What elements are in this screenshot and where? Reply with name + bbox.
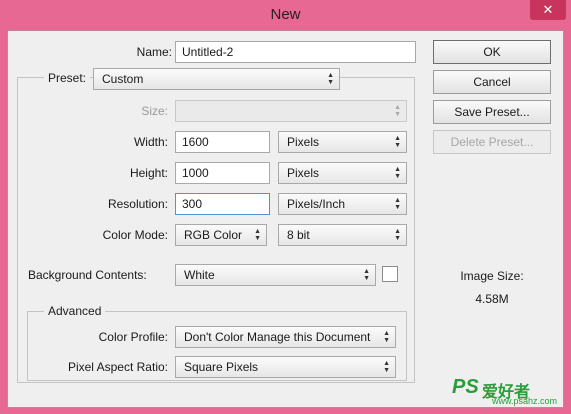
width-input[interactable]: 1600 xyxy=(175,131,270,153)
site-watermark: PS 爱好者 www.psahz.com xyxy=(452,376,567,406)
color-mode-select[interactable]: RGB Color ▲ ▼ xyxy=(175,224,267,246)
watermark-url: www.psahz.com xyxy=(492,396,558,406)
image-size-label: Image Size: xyxy=(460,269,524,283)
pixel-aspect-label: Pixel Aspect Ratio: xyxy=(67,360,168,374)
color-mode-label: Color Mode: xyxy=(102,228,168,242)
select-arrows-icon: ▲ ▼ xyxy=(327,72,334,86)
pixel-aspect-select[interactable]: Square Pixels ▲ ▼ xyxy=(175,356,396,378)
select-arrows-icon: ▲ ▼ xyxy=(394,197,401,211)
pixel-aspect-value: Square Pixels xyxy=(184,360,259,374)
close-icon: ✕ xyxy=(542,2,554,17)
select-arrows-icon: ▲ ▼ xyxy=(394,135,401,149)
size-label: Size: xyxy=(141,104,168,118)
background-contents-value: White xyxy=(184,268,215,282)
bit-depth-select[interactable]: 8 bit ▲ ▼ xyxy=(278,224,407,246)
background-contents-select[interactable]: White ▲ ▼ xyxy=(175,264,376,286)
background-color-swatch[interactable] xyxy=(382,266,398,282)
bit-depth-value: 8 bit xyxy=(287,228,310,242)
size-select[interactable]: ▲ ▼ xyxy=(175,100,407,122)
select-arrows-icon: ▲ ▼ xyxy=(394,104,401,118)
preset-select[interactable]: Custom ▲ ▼ xyxy=(93,68,340,90)
select-arrows-icon: ▲ ▼ xyxy=(383,360,390,374)
width-label: Width: xyxy=(133,135,168,149)
select-arrows-icon: ▲ ▼ xyxy=(383,330,390,344)
new-document-dialog: Name: Untitled-2 Preset: Custom ▲ ▼ Size:… xyxy=(7,30,564,408)
preset-value: Custom xyxy=(102,72,144,86)
cancel-button[interactable]: Cancel xyxy=(433,70,551,94)
name-input[interactable]: Untitled-2 xyxy=(175,41,416,63)
color-profile-select[interactable]: Don't Color Manage this Document ▲ ▼ xyxy=(175,326,396,348)
preset-label: Preset: xyxy=(44,71,91,85)
color-profile-value: Don't Color Manage this Document xyxy=(184,330,371,344)
close-button[interactable]: ✕ xyxy=(530,0,566,20)
height-label: Height: xyxy=(129,166,168,180)
select-arrows-icon: ▲ ▼ xyxy=(394,228,401,242)
save-preset-button[interactable]: Save Preset... xyxy=(433,100,551,124)
width-unit-value: Pixels xyxy=(287,135,320,149)
width-unit-select[interactable]: Pixels ▲ ▼ xyxy=(278,131,407,153)
resolution-label: Resolution: xyxy=(107,197,168,211)
title-bar: New ✕ xyxy=(0,0,571,30)
ok-button[interactable]: OK xyxy=(433,40,551,64)
select-arrows-icon: ▲ ▼ xyxy=(254,228,261,242)
height-unit-select[interactable]: Pixels ▲ ▼ xyxy=(278,162,407,184)
name-label: Name: xyxy=(136,45,172,59)
resolution-unit-select[interactable]: Pixels/Inch ▲ ▼ xyxy=(278,193,407,215)
advanced-legend: Advanced xyxy=(44,304,106,318)
resolution-unit-value: Pixels/Inch xyxy=(287,197,346,211)
select-arrows-icon: ▲ ▼ xyxy=(394,166,401,180)
height-input[interactable]: 1000 xyxy=(175,162,270,184)
background-contents-label: Background Contents: xyxy=(28,268,147,282)
window-title: New xyxy=(270,6,301,23)
height-unit-value: Pixels xyxy=(287,166,320,180)
watermark-logo: PS xyxy=(452,376,479,398)
color-mode-value: RGB Color xyxy=(184,228,243,242)
delete-preset-button[interactable]: Delete Preset... xyxy=(433,130,551,154)
resolution-input[interactable]: 300 xyxy=(175,193,270,215)
select-arrows-icon: ▲ ▼ xyxy=(363,268,370,282)
image-size-value: 4.58M xyxy=(475,292,509,306)
color-profile-label: Color Profile: xyxy=(98,330,168,344)
